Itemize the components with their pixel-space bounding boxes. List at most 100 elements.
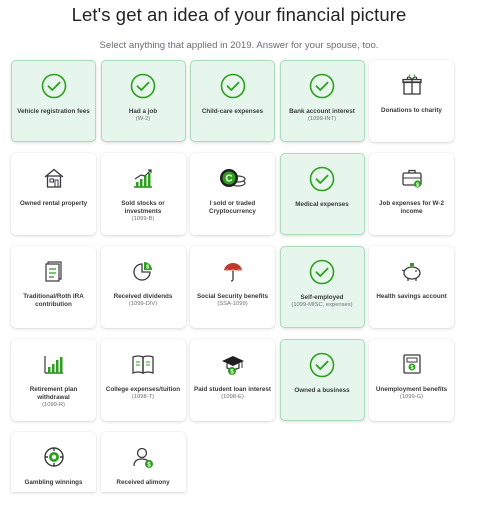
card-label: Health savings account: [372, 293, 451, 301]
card-form-code: (SSA-1099): [217, 300, 248, 307]
check-circle-icon: [281, 166, 364, 192]
house-icon: [11, 165, 96, 191]
card-label: Gambling winnings: [14, 479, 93, 487]
category-grid: Vehicle registration fees Had a job (W-2) C…: [11, 60, 476, 505]
card-vehicle-registration-fees[interactable]: Vehicle registration fees: [11, 60, 96, 142]
card-form-code: (W-2): [135, 115, 151, 122]
card-title: Unemployment benefits: [375, 386, 448, 393]
card-title: Owned rental property: [19, 200, 88, 207]
svg-text:$: $: [415, 182, 418, 188]
card-title: Self-employed: [300, 294, 344, 301]
card-owned-a-business[interactable]: Owned a business: [279, 339, 365, 421]
card-sold-stocks-or-investments[interactable]: Sold stocks or investments (1099-B): [100, 153, 186, 235]
check-circle-icon: [281, 352, 364, 378]
card-label: Received alimony: [104, 479, 183, 487]
card-unemployment-benefits[interactable]: $ Unemployment benefits (1099-G): [369, 339, 454, 421]
umbrella-icon: [190, 258, 275, 284]
card-label: Paid student loan interest (1098-E): [193, 386, 272, 401]
card-title: Sold stocks or investments: [121, 200, 165, 215]
card-title: Job expenses for W-2 income: [379, 200, 444, 215]
card-donations-to-charity[interactable]: Donations to charity: [369, 60, 454, 142]
card-title: Social Security benefits: [196, 293, 269, 300]
card-college-expenses-tuition[interactable]: College expenses/tuition (1098-T): [100, 339, 186, 421]
card-form-code: (1099-G): [399, 393, 424, 400]
card-had-a-job[interactable]: Had a job (W-2): [100, 60, 186, 142]
card-title: Gambling winnings: [24, 479, 83, 486]
card-label: Sold stocks or investments (1099-B): [104, 200, 183, 223]
register-icon: $: [369, 351, 454, 377]
card-title: Donations to charity: [381, 107, 442, 114]
graduation-cap-icon: $: [190, 351, 275, 377]
person-dollar-icon: $: [101, 444, 186, 470]
poker-chip-icon: [11, 444, 96, 470]
card-bank-account-interest[interactable]: Bank account interest (1099-INT): [279, 60, 365, 142]
card-form-code: (1098-T): [131, 393, 155, 400]
card-title: Had a job: [128, 108, 158, 115]
check-circle-icon: [102, 73, 185, 99]
card-label: Bank account interest (1099-INT): [284, 108, 361, 123]
card-form-code: (1098-E): [221, 393, 244, 400]
card-title: Health savings account: [376, 293, 447, 300]
card-label: Social Security benefits (SSA-1099): [193, 293, 272, 308]
card-label: Retirement plan withdrawal (1099-R): [14, 386, 93, 409]
card-label: Owned rental property: [14, 200, 93, 208]
documents-icon: [11, 258, 96, 284]
card-received-dividends[interactable]: $ Received dividends (1099-DIV): [100, 246, 186, 328]
bar-chart-icon: [11, 351, 96, 377]
gift-icon: [369, 72, 454, 98]
card-label: I sold or traded Cryptocurrency: [193, 200, 272, 216]
card-label: Self-employed (1099-MISC, expenses): [284, 294, 361, 309]
card-label: Donations to charity: [372, 107, 451, 115]
pie-chart-icon: $: [101, 258, 186, 284]
card-child-care-expenses[interactable]: Child-care expenses: [190, 60, 275, 142]
card-self-employed[interactable]: Self-employed (1099-MISC, expenses): [279, 246, 365, 328]
card-paid-student-loan-interest[interactable]: $ Paid student loan interest (1098-E): [190, 339, 275, 421]
card-form-code: (1099-INT): [307, 115, 337, 122]
card-health-savings-account[interactable]: Health savings account: [369, 246, 454, 328]
page-subtitle: Select anything that applied in 2019. An…: [99, 40, 379, 51]
svg-text:$: $: [410, 365, 413, 371]
book-icon: [101, 351, 186, 377]
card-label: Traditional/Roth IRA contribution: [14, 293, 93, 309]
card-retirement-plan-withdrawal[interactable]: Retirement plan withdrawal (1099-R): [11, 339, 96, 421]
card-title: College expenses/tuition: [105, 386, 181, 393]
card-i-sold-or-traded-cryptocurrency[interactable]: C I sold or traded Cryptocurrency: [190, 153, 275, 235]
card-title: Vehicle registration fees: [17, 108, 90, 115]
check-circle-icon: [281, 73, 364, 99]
card-label: Medical expenses: [284, 201, 361, 209]
card-medical-expenses[interactable]: Medical expenses: [279, 153, 365, 235]
card-title: Traditional/Roth IRA contribution: [23, 293, 84, 308]
card-label: Owned a business: [284, 387, 361, 395]
growth-chart-icon: [101, 165, 186, 191]
card-title: Received alimony: [116, 479, 170, 486]
card-received-alimony[interactable]: $ Received alimony: [100, 432, 186, 492]
card-form-code: (1099-DIV): [128, 300, 158, 307]
card-title: Received dividends: [113, 293, 173, 300]
check-circle-icon: [12, 73, 95, 99]
card-label: Child-care expenses: [194, 108, 271, 116]
card-owned-rental-property[interactable]: Owned rental property: [11, 153, 96, 235]
card-gambling-winnings[interactable]: Gambling winnings: [11, 432, 96, 492]
card-title: Paid student loan interest: [194, 386, 271, 393]
card-title: I sold or traded Cryptocurrency: [209, 200, 256, 215]
card-social-security-benefits[interactable]: Social Security benefits (SSA-1099): [190, 246, 275, 328]
card-label: Unemployment benefits (1099-G): [372, 386, 451, 401]
card-form-code: (1099-B): [131, 215, 155, 222]
svg-text:$: $: [146, 265, 149, 271]
card-title: Bank account interest: [289, 108, 355, 115]
card-label: Received dividends (1099-DIV): [104, 293, 183, 308]
card-title: Owned a business: [294, 387, 350, 394]
check-circle-icon: [281, 259, 364, 285]
card-title: Medical expenses: [295, 201, 349, 208]
card-form-code: (1099-R): [42, 401, 65, 408]
card-title: Child-care expenses: [201, 108, 264, 115]
svg-text:C: C: [225, 174, 232, 185]
card-label: College expenses/tuition (1098-T): [104, 386, 183, 401]
card-label: Had a job (W-2): [105, 108, 182, 123]
card-label: Job expenses for W-2 income: [372, 200, 451, 216]
piggy-bank-icon: [369, 258, 454, 284]
card-traditional-roth-ira-contribution[interactable]: Traditional/Roth IRA contribution: [11, 246, 96, 328]
crypto-coins-icon: C: [190, 165, 275, 191]
card-title: Retirement plan withdrawal: [29, 386, 78, 401]
card-job-expenses-for-w-2-income[interactable]: $ Job expenses for W-2 income: [369, 153, 454, 235]
